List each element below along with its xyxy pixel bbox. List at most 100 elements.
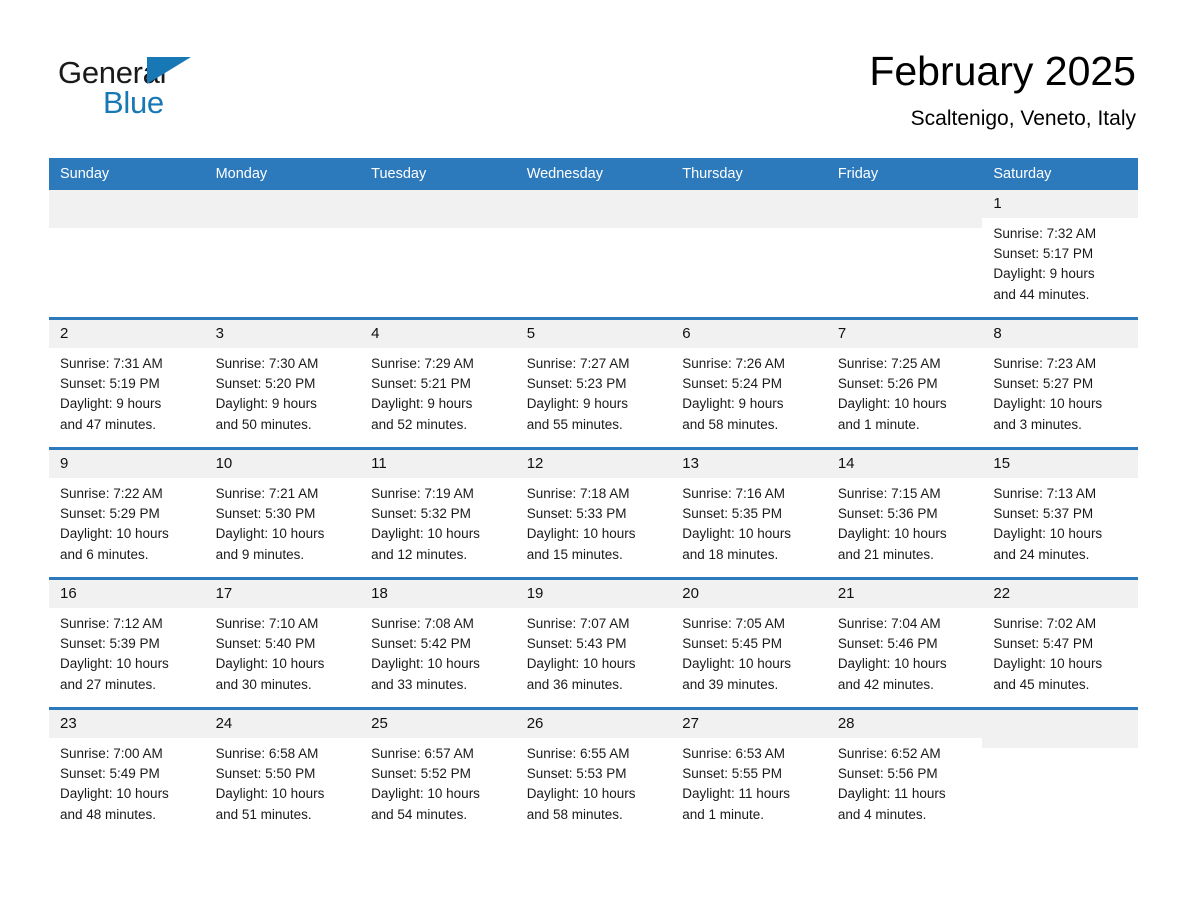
sunrise-text: Sunrise: 7:08 AM xyxy=(371,616,474,631)
day-cell[interactable] xyxy=(671,190,827,319)
daylight-text-line1: Daylight: 10 hours xyxy=(837,656,947,672)
week-row: 9 Sunrise: 7:22 AM Sunset: 5:29 PM Dayli… xyxy=(49,447,1138,579)
calendar-body: 1 Sunrise: 7:32 AM Sunset: 5:17 PM Dayli… xyxy=(49,190,1138,837)
daylight-text-line2: and 12 minutes. xyxy=(371,546,468,562)
day-cell[interactable]: 24 Sunrise: 6:58 AM Sunset: 5:50 PM Dayl… xyxy=(204,707,361,837)
general-blue-logo[interactable]: General Blue xyxy=(58,54,278,124)
day-info: Sunrise: 7:23 AM Sunset: 5:27 PM Dayligh… xyxy=(982,348,1138,435)
sunrise-text: Sunrise: 7:29 AM xyxy=(371,356,474,371)
weekday-header-monday: Monday xyxy=(204,158,361,190)
day-info xyxy=(49,228,205,234)
day-number: 6 xyxy=(671,320,827,348)
daylight-text-line1: Daylight: 10 hours xyxy=(60,526,169,542)
day-number: 18 xyxy=(360,580,516,608)
sunset-text: Sunset: 5:23 PM xyxy=(526,376,627,392)
daylight-text-line2: and 15 minutes. xyxy=(526,546,623,562)
daylight-text-line2: and 58 minutes. xyxy=(526,806,623,822)
day-cell[interactable]: 18 Sunrise: 7:08 AM Sunset: 5:42 PM Dayl… xyxy=(360,577,516,709)
day-number: 1 xyxy=(982,190,1138,218)
day-number: 23 xyxy=(49,710,205,738)
day-cell[interactable]: 14 Sunrise: 7:15 AM Sunset: 5:36 PM Dayl… xyxy=(826,447,983,579)
daylight-text-line1: Daylight: 10 hours xyxy=(60,786,169,802)
week-row: 16 Sunrise: 7:12 AM Sunset: 5:39 PM Dayl… xyxy=(49,577,1138,709)
day-info: Sunrise: 7:02 AM Sunset: 5:47 PM Dayligh… xyxy=(982,608,1138,695)
sunset-text: Sunset: 5:30 PM xyxy=(215,506,316,522)
day-cell[interactable]: 6 Sunrise: 7:26 AM Sunset: 5:24 PM Dayli… xyxy=(671,317,827,449)
day-number: 20 xyxy=(671,580,827,608)
day-cell[interactable] xyxy=(826,190,983,319)
day-cell[interactable]: 1 Sunrise: 7:32 AM Sunset: 5:17 PM Dayli… xyxy=(982,190,1138,319)
day-cell[interactable]: 23 Sunrise: 7:00 AM Sunset: 5:49 PM Dayl… xyxy=(49,707,205,837)
day-cell[interactable]: 19 Sunrise: 7:07 AM Sunset: 5:43 PM Dayl… xyxy=(515,577,672,709)
day-info: Sunrise: 7:25 AM Sunset: 5:26 PM Dayligh… xyxy=(827,348,983,435)
day-cell[interactable]: 27 Sunrise: 6:53 AM Sunset: 5:55 PM Dayl… xyxy=(671,707,827,837)
day-cell[interactable]: 15 Sunrise: 7:13 AM Sunset: 5:37 PM Dayl… xyxy=(982,447,1138,579)
day-cell[interactable]: 28 Sunrise: 6:52 AM Sunset: 5:56 PM Dayl… xyxy=(826,707,983,837)
daylight-text-line1: Daylight: 9 hours xyxy=(60,396,162,412)
daylight-text-line1: Daylight: 9 hours xyxy=(682,396,784,412)
daylight-text-line2: and 55 minutes. xyxy=(526,416,623,432)
day-cell[interactable]: 8 Sunrise: 7:23 AM Sunset: 5:27 PM Dayli… xyxy=(982,317,1138,449)
day-cell[interactable]: 13 Sunrise: 7:16 AM Sunset: 5:35 PM Dayl… xyxy=(671,447,827,579)
day-cell[interactable] xyxy=(982,707,1138,837)
sunrise-sunset-calendar: Sunday Monday Tuesday Wednesday Thursday… xyxy=(49,158,1138,837)
day-info: Sunrise: 7:31 AM Sunset: 5:19 PM Dayligh… xyxy=(49,348,205,435)
daylight-text-line2: and 52 minutes. xyxy=(371,416,468,432)
day-cell[interactable]: 25 Sunrise: 6:57 AM Sunset: 5:52 PM Dayl… xyxy=(360,707,516,837)
day-cell[interactable] xyxy=(204,190,361,319)
day-cell[interactable]: 26 Sunrise: 6:55 AM Sunset: 5:53 PM Dayl… xyxy=(515,707,672,837)
day-cell[interactable] xyxy=(360,190,516,319)
sunset-text: Sunset: 5:20 PM xyxy=(215,376,316,392)
day-number: 28 xyxy=(826,710,983,738)
day-cell[interactable]: 2 Sunrise: 7:31 AM Sunset: 5:19 PM Dayli… xyxy=(49,317,205,449)
day-cell[interactable]: 22 Sunrise: 7:02 AM Sunset: 5:47 PM Dayl… xyxy=(982,577,1138,709)
day-info: Sunrise: 6:53 AM Sunset: 5:55 PM Dayligh… xyxy=(671,738,827,825)
week-row: 2 Sunrise: 7:31 AM Sunset: 5:19 PM Dayli… xyxy=(49,317,1138,449)
day-cell[interactable]: 20 Sunrise: 7:05 AM Sunset: 5:45 PM Dayl… xyxy=(671,577,827,709)
day-cell[interactable]: 7 Sunrise: 7:25 AM Sunset: 5:26 PM Dayli… xyxy=(826,317,983,449)
day-cell[interactable]: 16 Sunrise: 7:12 AM Sunset: 5:39 PM Dayl… xyxy=(49,577,205,709)
day-cell[interactable]: 11 Sunrise: 7:19 AM Sunset: 5:32 PM Dayl… xyxy=(360,447,516,579)
day-number: 14 xyxy=(826,450,983,478)
weekday-header-saturday: Saturday xyxy=(982,158,1138,190)
day-cell[interactable]: 17 Sunrise: 7:10 AM Sunset: 5:40 PM Dayl… xyxy=(204,577,361,709)
day-cell[interactable]: 4 Sunrise: 7:29 AM Sunset: 5:21 PM Dayli… xyxy=(360,317,516,449)
sunrise-text: Sunrise: 6:57 AM xyxy=(371,746,474,761)
daylight-text-line2: and 50 minutes. xyxy=(215,416,312,432)
day-number: 7 xyxy=(826,320,983,348)
weekday-header-sunday: Sunday xyxy=(49,158,205,190)
day-cell[interactable]: 3 Sunrise: 7:30 AM Sunset: 5:20 PM Dayli… xyxy=(204,317,361,449)
day-number: 24 xyxy=(204,710,361,738)
daylight-text-line1: Daylight: 10 hours xyxy=(993,656,1103,672)
day-number: 22 xyxy=(982,580,1138,608)
day-number xyxy=(49,190,205,228)
sunrise-text: Sunrise: 6:53 AM xyxy=(682,746,786,761)
day-cell[interactable] xyxy=(515,190,672,319)
daylight-text-line2: and 9 minutes. xyxy=(215,546,305,562)
day-number: 21 xyxy=(826,580,983,608)
day-cell[interactable]: 10 Sunrise: 7:21 AM Sunset: 5:30 PM Dayl… xyxy=(204,447,361,579)
sunrise-text: Sunrise: 7:22 AM xyxy=(60,486,163,501)
weekday-header-tuesday: Tuesday xyxy=(360,158,516,190)
weekday-header-thursday: Thursday xyxy=(671,158,827,190)
sunset-text: Sunset: 5:36 PM xyxy=(837,506,938,522)
day-cell[interactable]: 21 Sunrise: 7:04 AM Sunset: 5:46 PM Dayl… xyxy=(826,577,983,709)
day-cell[interactable]: 12 Sunrise: 7:18 AM Sunset: 5:33 PM Dayl… xyxy=(515,447,672,579)
daylight-text-line2: and 30 minutes. xyxy=(215,676,312,692)
sunset-text: Sunset: 5:53 PM xyxy=(526,766,627,782)
daylight-text-line2: and 39 minutes. xyxy=(682,676,779,692)
sunrise-text: Sunrise: 7:12 AM xyxy=(60,616,163,631)
daylight-text-line1: Daylight: 10 hours xyxy=(371,786,480,802)
day-number: 12 xyxy=(515,450,672,478)
day-cell[interactable] xyxy=(49,190,205,319)
daylight-text-line1: Daylight: 9 hours xyxy=(371,396,473,412)
sunset-text: Sunset: 5:42 PM xyxy=(371,636,471,652)
day-number: 25 xyxy=(360,710,516,738)
day-cell[interactable]: 5 Sunrise: 7:27 AM Sunset: 5:23 PM Dayli… xyxy=(515,317,672,449)
sunrise-text: Sunrise: 7:18 AM xyxy=(526,486,630,501)
weekday-header-row: Sunday Monday Tuesday Wednesday Thursday… xyxy=(49,158,1138,190)
daylight-text-line1: Daylight: 9 hours xyxy=(215,396,317,412)
day-cell[interactable]: 9 Sunrise: 7:22 AM Sunset: 5:29 PM Dayli… xyxy=(49,447,205,579)
day-info xyxy=(516,228,672,234)
daylight-text-line1: Daylight: 10 hours xyxy=(371,526,480,542)
